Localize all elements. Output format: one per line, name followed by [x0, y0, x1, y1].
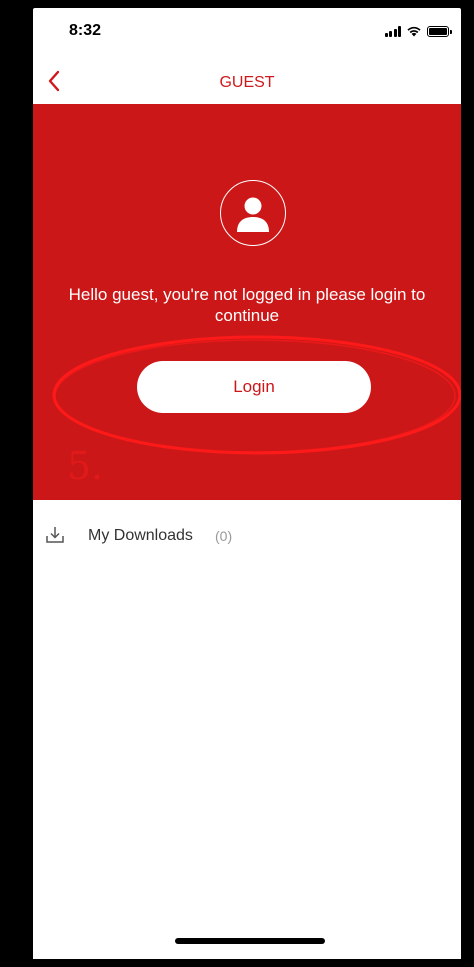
device-frame: 8:32 GUEST Hello guest, you're not logge… — [0, 0, 474, 967]
my-downloads-label: My Downloads — [88, 527, 193, 544]
download-icon — [46, 527, 64, 543]
wifi-icon — [407, 26, 421, 37]
navigation-bar: GUEST — [33, 60, 461, 104]
login-button[interactable]: Login — [137, 361, 371, 413]
status-time: 8:32 — [69, 22, 102, 39]
status-bar: 8:32 — [33, 8, 461, 56]
user-avatar-icon — [220, 180, 286, 246]
page-title: GUEST — [219, 74, 275, 91]
signal-icon — [384, 25, 401, 37]
battery-icon — [427, 25, 452, 37]
status-icons — [384, 24, 452, 38]
app-screen: 8:32 GUEST Hello guest, you're not logge… — [33, 8, 461, 959]
my-downloads-row[interactable]: My Downloads (0) — [33, 514, 461, 558]
annotation-step-number: 5. — [67, 444, 104, 488]
guest-greeting-text: Hello guest, you're not logged in please… — [68, 285, 426, 325]
downloads-count: (0) — [215, 528, 233, 544]
home-indicator[interactable] — [175, 938, 325, 944]
guest-hero-panel: Hello guest, you're not logged in please… — [33, 104, 461, 500]
